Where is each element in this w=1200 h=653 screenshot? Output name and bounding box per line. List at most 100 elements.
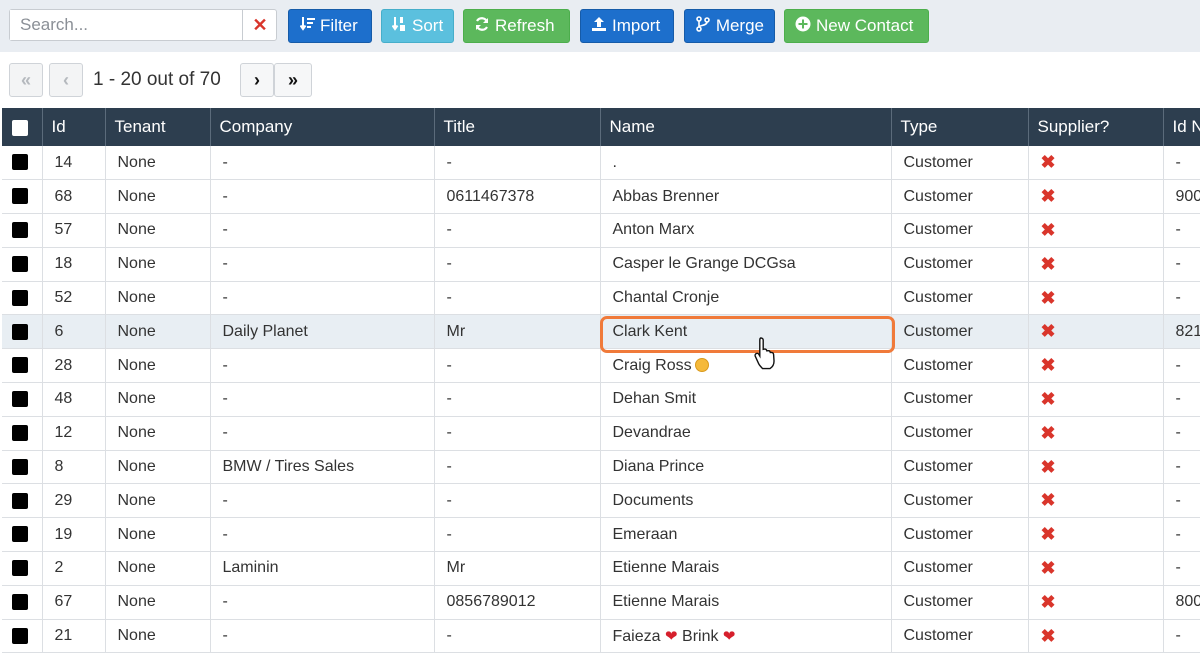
x-icon: ✖ xyxy=(1040,186,1056,207)
cell-company: - xyxy=(210,517,435,553)
row-checkbox[interactable] xyxy=(2,517,43,553)
row-checkbox[interactable] xyxy=(2,247,43,282)
cell-tenant: None xyxy=(105,247,211,282)
table-row[interactable]: 8 None BMW / Tires Sales - Diana Prince … xyxy=(2,450,1200,485)
cell-id: 67 xyxy=(42,585,106,620)
cell-tenant: None xyxy=(105,450,211,485)
table-row[interactable]: 18 None - - Casper le Grange DCGsa Custo… xyxy=(2,247,1200,282)
cell-name[interactable]: Anton Marx xyxy=(600,213,892,248)
clear-search-icon[interactable]: ✕ xyxy=(244,10,276,40)
column-header-id-number[interactable]: Id N xyxy=(1163,108,1200,146)
cell-supplier: ✖ xyxy=(1028,281,1164,316)
row-checkbox[interactable] xyxy=(2,585,43,620)
merge-button[interactable]: Merge xyxy=(684,9,775,43)
cell-title: - xyxy=(434,619,601,653)
cell-supplier: ✖ xyxy=(1028,348,1164,384)
column-header-type[interactable]: Type xyxy=(891,108,1029,146)
cell-name[interactable]: Dehan Smit xyxy=(600,382,892,417)
refresh-button[interactable]: Refresh xyxy=(463,9,570,43)
select-all-checkbox[interactable] xyxy=(2,108,43,146)
cell-id-number: - xyxy=(1163,146,1200,181)
row-checkbox[interactable] xyxy=(2,619,43,653)
first-page-button[interactable]: « xyxy=(9,63,43,97)
table-row[interactable]: 67 None - 0856789012 Etienne Marais Cust… xyxy=(2,585,1200,620)
cell-company: Daily Planet xyxy=(210,314,435,350)
row-checkbox[interactable] xyxy=(2,281,43,316)
sort-button-label: Sort xyxy=(412,16,444,35)
sort-numeric-icon xyxy=(391,16,407,36)
prev-page-button[interactable]: ‹ xyxy=(49,63,83,97)
table-row[interactable]: 57 None - - Anton Marx Customer ✖ - xyxy=(2,213,1200,248)
cell-name[interactable]: Emeraan xyxy=(600,517,892,553)
column-header-name[interactable]: Name xyxy=(600,108,892,146)
cell-name[interactable]: Documents xyxy=(600,483,892,519)
cell-id-number: - xyxy=(1163,619,1200,653)
cell-name[interactable]: Casper le Grange DCGsa xyxy=(600,247,892,282)
cell-name[interactable]: . xyxy=(600,146,892,181)
cell-id-number: - xyxy=(1163,483,1200,519)
sort-button[interactable]: Sort xyxy=(381,9,454,43)
column-header-company[interactable]: Company xyxy=(210,108,435,146)
row-checkbox[interactable] xyxy=(2,314,43,350)
table-row-hovered[interactable]: 6 None Daily Planet Mr Clark Kent Custom… xyxy=(2,314,1200,350)
table-row[interactable]: 29 None - - Documents Customer ✖ - xyxy=(2,483,1200,519)
column-header-title[interactable]: Title xyxy=(434,108,601,146)
table-row[interactable]: 21 None - - Faieza ❤ Brink ❤ Customer ✖ … xyxy=(2,619,1200,653)
cell-tenant: None xyxy=(105,483,211,519)
checkbox-icon xyxy=(12,391,28,408)
row-checkbox[interactable] xyxy=(2,483,43,519)
table-row[interactable]: 68 None - 0611467378 Abbas Brenner Custo… xyxy=(2,179,1200,215)
table-row[interactable]: 19 None - - Emeraan Customer ✖ - xyxy=(2,517,1200,553)
refresh-icon xyxy=(474,16,490,36)
cell-id: 52 xyxy=(42,281,106,316)
checkbox-icon xyxy=(12,256,28,273)
row-checkbox[interactable] xyxy=(2,146,43,181)
cell-name[interactable]: Etienne Marais xyxy=(600,551,892,586)
cell-name[interactable]: Craig Ross xyxy=(600,348,892,384)
column-header-id[interactable]: Id xyxy=(42,108,106,146)
row-checkbox[interactable] xyxy=(2,213,43,248)
x-icon: ✖ xyxy=(1040,422,1056,443)
row-checkbox[interactable] xyxy=(2,348,43,384)
page-range-text: 1 - 20 out of 70 xyxy=(93,69,221,90)
row-checkbox[interactable] xyxy=(2,179,43,215)
cell-name[interactable]: Chantal Cronje xyxy=(600,281,892,316)
cell-supplier: ✖ xyxy=(1028,551,1164,586)
cell-title: - xyxy=(434,382,601,417)
cell-name[interactable]: Clark Kent xyxy=(600,314,892,350)
column-header-tenant[interactable]: Tenant xyxy=(105,108,211,146)
cell-name[interactable]: Faieza ❤ Brink ❤ xyxy=(600,619,892,653)
filter-button[interactable]: Filter xyxy=(288,9,372,43)
cell-supplier: ✖ xyxy=(1028,416,1164,451)
cell-tenant: None xyxy=(105,281,211,316)
cell-title: - xyxy=(434,416,601,451)
cell-supplier: ✖ xyxy=(1028,483,1164,519)
cell-company: - xyxy=(210,619,435,653)
import-button[interactable]: Import xyxy=(580,9,674,43)
table-row[interactable]: 48 None - - Dehan Smit Customer ✖ - xyxy=(2,382,1200,417)
table-row[interactable]: 14 None - - . Customer ✖ - xyxy=(2,146,1200,181)
cell-id: 19 xyxy=(42,517,106,553)
row-checkbox[interactable] xyxy=(2,382,43,417)
cell-name[interactable]: Etienne Marais xyxy=(600,585,892,620)
search-input[interactable] xyxy=(10,10,243,40)
cell-id-number: - xyxy=(1163,551,1200,586)
cell-name[interactable]: Abbas Brenner xyxy=(600,179,892,215)
cell-name[interactable]: Diana Prince xyxy=(600,450,892,485)
row-checkbox[interactable] xyxy=(2,450,43,485)
cell-tenant: None xyxy=(105,146,211,181)
table-row[interactable]: 52 None - - Chantal Cronje Customer ✖ - xyxy=(2,281,1200,316)
cell-id: 14 xyxy=(42,146,106,181)
table-row[interactable]: 12 None - - Devandrae Customer ✖ - xyxy=(2,416,1200,451)
row-checkbox[interactable] xyxy=(2,551,43,586)
last-page-button[interactable]: » xyxy=(274,63,312,97)
table-row[interactable]: 28 None - - Craig Ross Customer ✖ - xyxy=(2,348,1200,384)
next-page-button[interactable]: › xyxy=(240,63,274,97)
double-chevron-left-icon: « xyxy=(20,69,31,90)
cell-name[interactable]: Devandrae xyxy=(600,416,892,451)
new-contact-button[interactable]: New Contact xyxy=(784,9,929,43)
cell-id: 29 xyxy=(42,483,106,519)
table-row[interactable]: 2 None Laminin Mr Etienne Marais Custome… xyxy=(2,551,1200,586)
row-checkbox[interactable] xyxy=(2,416,43,451)
column-header-supplier[interactable]: Supplier? xyxy=(1028,108,1164,146)
